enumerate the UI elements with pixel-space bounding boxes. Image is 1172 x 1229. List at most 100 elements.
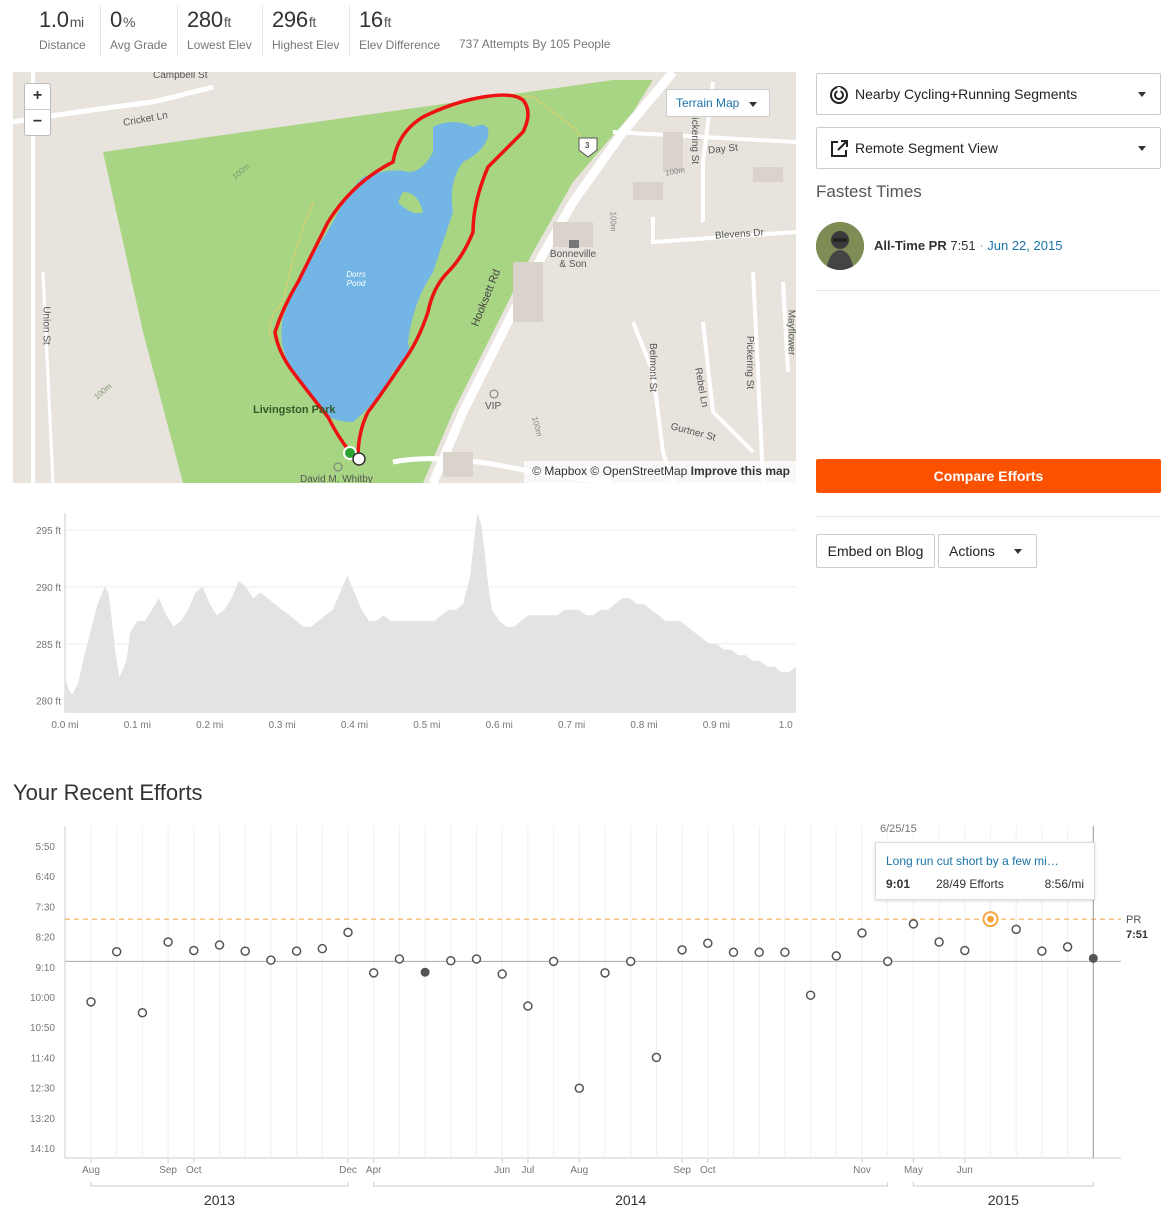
y-tick-label: 12:30	[30, 1084, 55, 1095]
pr-separator: ·	[979, 238, 984, 253]
x-tick-label: Aug	[82, 1165, 100, 1176]
x-tick-label: 0.2 mi	[196, 720, 223, 731]
effort-point[interactable]	[600, 968, 610, 978]
pr-tag-value: 7:51	[1126, 929, 1149, 941]
effort-point[interactable]	[651, 1052, 662, 1063]
effort-point[interactable]	[394, 954, 405, 964]
effort-point[interactable]	[882, 956, 893, 967]
year-bracket	[912, 1182, 1094, 1187]
selected-effort-point[interactable]	[1088, 953, 1098, 963]
road	[41, 271, 55, 483]
nearby-segments-dropdown[interactable]: Nearby Cycling+Running Segments	[816, 73, 1161, 115]
poi-icon	[489, 389, 499, 399]
effort-point[interactable]	[86, 997, 96, 1007]
x-tick-label: Sep	[673, 1165, 691, 1176]
stat-unit: ft	[308, 14, 316, 30]
stat-divider	[100, 6, 101, 56]
x-tick-label: Apr	[366, 1165, 382, 1176]
segment-stats: 1.0mi Distance 0% Avg Grade 280ft Lowest…	[0, 6, 700, 56]
osm-link[interactable]: © OpenStreetMap	[590, 464, 687, 478]
mapbox-link[interactable]: © Mapbox	[532, 464, 587, 478]
effort-point[interactable]	[831, 951, 842, 961]
effort-point[interactable]	[677, 945, 687, 955]
x-tick-label: 0.3 mi	[269, 720, 296, 731]
stat-label: Elev Difference	[359, 38, 441, 52]
x-tick-label: 0.6 mi	[486, 720, 513, 731]
effort-point[interactable]	[728, 947, 739, 958]
effort-point[interactable]	[625, 956, 636, 967]
effort-point[interactable]	[317, 943, 328, 954]
effort-point[interactable]	[137, 1007, 148, 1018]
map-label-pond: Dorrs Pond	[346, 270, 366, 288]
effort-point[interactable]	[497, 969, 507, 979]
effort-point[interactable]	[240, 946, 250, 956]
effort-point[interactable]	[574, 1083, 585, 1093]
building	[753, 167, 783, 182]
effort-point[interactable]	[291, 946, 302, 956]
tooltip-activity-link[interactable]: Long run cut short by a few mi…	[886, 854, 1059, 868]
map-label-road: Belmont St	[646, 343, 658, 392]
effort-point[interactable]	[1037, 946, 1047, 956]
compare-efforts-button[interactable]: Compare Efforts	[816, 459, 1161, 493]
effort-point[interactable]	[805, 990, 816, 1000]
effort-point[interactable]	[960, 945, 970, 956]
effort-point[interactable]	[523, 1001, 533, 1011]
divider	[816, 516, 1161, 517]
year-bracket	[373, 1182, 889, 1187]
tooltip-pace: 8:56/mi	[1044, 877, 1084, 891]
stat-unit: %	[122, 14, 136, 30]
remote-view-label: Remote Segment View	[855, 140, 998, 156]
chevron-down-icon	[749, 102, 757, 107]
effort-point[interactable]	[471, 954, 482, 964]
map-type-dropdown[interactable]: Terrain Map	[666, 89, 770, 117]
stat-label: Distance	[39, 38, 86, 52]
radar-icon	[830, 86, 848, 104]
effort-point[interactable]	[266, 955, 276, 965]
map-type-label: Terrain Map	[676, 96, 740, 110]
avatar[interactable]	[816, 222, 864, 270]
effort-point[interactable]	[857, 928, 867, 938]
stat-value: 296	[272, 7, 308, 32]
stat-unit: mi	[69, 14, 84, 30]
y-tick-label: 290 ft	[36, 583, 61, 594]
building	[633, 182, 663, 200]
effort-point[interactable]	[214, 940, 225, 950]
effort-point[interactable]	[420, 967, 430, 977]
zoom-in-button[interactable]: +	[25, 84, 50, 109]
effort-point[interactable]	[548, 956, 559, 967]
y-tick-label: 5:50	[36, 842, 56, 853]
effort-point[interactable]	[446, 956, 456, 966]
actions-label: Actions	[949, 543, 995, 559]
pr-date-link[interactable]: Jun 22, 2015	[987, 238, 1062, 253]
effort-point[interactable]	[908, 919, 919, 929]
effort-point[interactable]	[1062, 942, 1073, 952]
x-tick-label: Jun	[957, 1165, 973, 1176]
effort-point[interactable]	[754, 947, 764, 958]
effort-point[interactable]	[189, 945, 199, 956]
map-canvas[interactable]	[13, 72, 796, 483]
improve-map-link[interactable]: Improve this map	[691, 464, 790, 478]
effort-point[interactable]	[163, 937, 173, 947]
effort-point[interactable]	[934, 937, 944, 947]
effort-point[interactable]	[1011, 924, 1021, 935]
effort-point[interactable]	[703, 938, 713, 948]
embed-on-blog-button[interactable]: Embed on Blog	[816, 534, 935, 568]
pr-time: 7:51	[950, 238, 976, 253]
remote-segment-view-dropdown[interactable]: Remote Segment View	[816, 127, 1161, 169]
zoom-out-button[interactable]: −	[25, 109, 50, 134]
stat-divider	[177, 6, 178, 56]
tooltip-time: 9:01	[886, 877, 911, 891]
x-tick-label: Aug	[570, 1165, 588, 1176]
segment-map[interactable]: Campbell St Cricket Ln Union St Livingst…	[13, 72, 796, 483]
map-label-route: 3	[585, 141, 590, 150]
chevron-down-icon	[1014, 549, 1022, 554]
elevation-chart[interactable]: 295 ft 290 ft 285 ft 280 ft 0.0 mi 0.1 mi 0.2 …	[13, 508, 796, 738]
actions-dropdown[interactable]: Actions	[938, 534, 1037, 568]
effort-point[interactable]	[343, 927, 353, 938]
effort-point[interactable]	[111, 946, 122, 957]
effort-point[interactable]	[368, 968, 379, 978]
map-label-road: Union St	[40, 306, 52, 345]
effort-point[interactable]	[780, 947, 790, 958]
y-tick-label: 7:30	[36, 902, 56, 913]
x-tick-label: 0.8 mi	[630, 720, 657, 731]
